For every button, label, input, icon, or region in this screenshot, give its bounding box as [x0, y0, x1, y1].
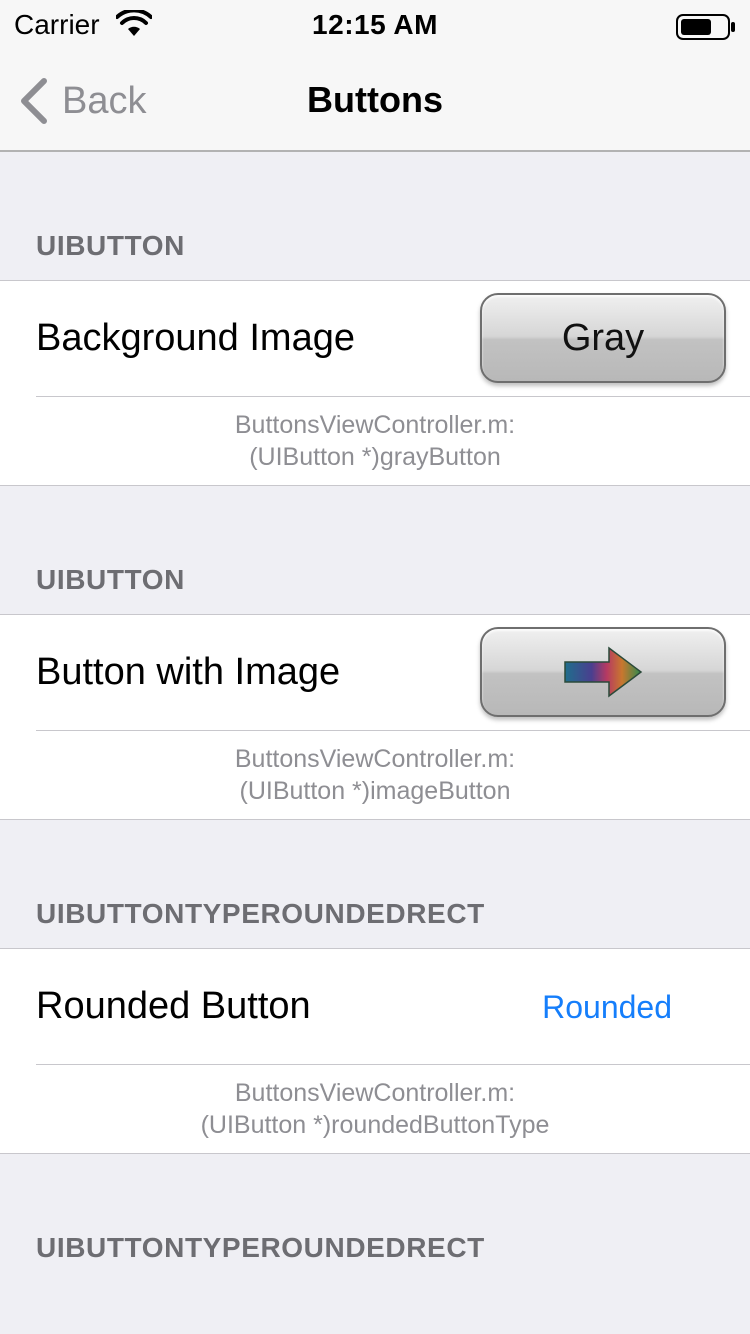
- section-header: UIBUTTONTYPEROUNDEDRECT: [0, 1154, 750, 1282]
- status-bar: Carrier 12:15 AM: [0, 0, 750, 50]
- subtitle-line: (UIButton *)imageButton: [239, 777, 511, 805]
- row-title: Button with Image: [36, 651, 341, 693]
- section-header: UIBUTTON: [0, 486, 750, 614]
- section-header-label: UIBUTTONTYPEROUNDEDRECT: [36, 1232, 485, 1263]
- image-button[interactable]: [480, 627, 726, 717]
- battery-icon: [676, 14, 735, 40]
- table-view[interactable]: UIBUTTON Background Image Gray ButtonsVi…: [0, 152, 750, 1282]
- rounded-button[interactable]: Rounded: [542, 987, 672, 1027]
- row-title: Rounded Button: [36, 985, 311, 1027]
- page-title: Buttons: [307, 79, 443, 120]
- row-subtitle: ButtonsViewController.m: (UIButton *)rou…: [0, 1065, 750, 1153]
- row-title: Background Image: [36, 317, 355, 359]
- section-header-label: UIBUTTON: [36, 230, 185, 261]
- subtitle-line: ButtonsViewController.m:: [234, 411, 516, 439]
- row-subtitle: ButtonsViewController.m: (UIButton *)ima…: [0, 731, 750, 819]
- section-header-label: UIBUTTONTYPEROUNDEDRECT: [36, 898, 485, 929]
- table-row: Rounded Button Rounded: [36, 949, 750, 1065]
- navigation-bar: Back Buttons: [0, 50, 750, 152]
- cell-group: Rounded Button Rounded ButtonsViewContro…: [0, 948, 750, 1154]
- row-subtitle: ButtonsViewController.m: (UIButton *)gra…: [0, 397, 750, 485]
- table-row: Button with Image: [36, 615, 750, 731]
- arrow-right-icon: [564, 646, 643, 698]
- subtitle-line: ButtonsViewController.m:: [234, 745, 516, 773]
- section-header: UIBUTTONTYPEROUNDEDRECT: [0, 820, 750, 948]
- subtitle-line: ButtonsViewController.m:: [234, 1079, 516, 1107]
- cell-group: Background Image Gray ButtonsViewControl…: [0, 280, 750, 486]
- subtitle-line: (UIButton *)grayButton: [249, 443, 501, 471]
- gray-button[interactable]: Gray: [480, 293, 726, 383]
- subtitle-line: (UIButton *)roundedButtonType: [200, 1111, 550, 1139]
- status-time: 12:15 AM: [312, 9, 438, 40]
- table-row: Background Image Gray: [36, 281, 750, 397]
- section-header-label: UIBUTTON: [36, 564, 185, 595]
- section-header: UIBUTTON: [0, 152, 750, 280]
- cell-group: Button with Image ButtonsViewController.…: [0, 614, 750, 820]
